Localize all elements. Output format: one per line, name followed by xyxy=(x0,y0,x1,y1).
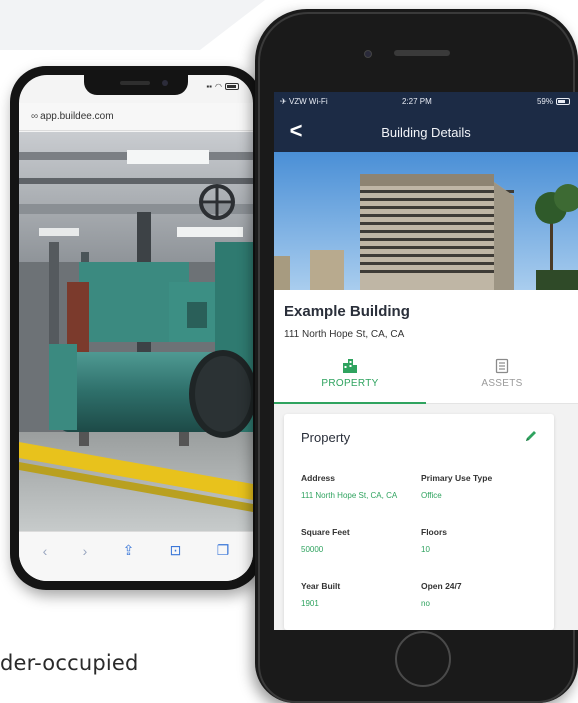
building-icon xyxy=(343,359,357,373)
status-icons: ▪▪ ◠ xyxy=(206,82,239,91)
battery-status: 59% xyxy=(537,97,570,106)
battery-icon xyxy=(556,98,570,105)
field-value-floors: 10 xyxy=(421,545,430,554)
field-label-year-built: Year Built xyxy=(301,581,341,591)
field-value-open-24-7: no xyxy=(421,599,430,608)
airplane-icon: ✈ xyxy=(280,97,287,106)
field-value-square-feet: 50000 xyxy=(301,545,324,554)
forward-chevron-icon[interactable]: › xyxy=(83,543,88,559)
nav-bar: < Building Details xyxy=(274,114,578,150)
tab-property-label: PROPERTY xyxy=(321,378,379,389)
wifi-icon: ◠ xyxy=(215,82,222,91)
field-value-year-built: 1901 xyxy=(301,599,319,608)
field-label-square-feet: Square Feet xyxy=(301,527,350,537)
status-time: 2:27 PM xyxy=(402,97,432,106)
building-info: Example Building 111 North Hope St, CA, … xyxy=(274,290,578,404)
carrier-label: ✈ VZW Wi-Fi xyxy=(280,97,328,106)
field-label-address: Address xyxy=(301,473,336,483)
field-label-open-24-7: Open 24/7 xyxy=(421,581,462,591)
carrier-text: VZW Wi-Fi xyxy=(288,97,328,106)
background-caption-text: der-occupied xyxy=(0,651,139,675)
tabs-icon[interactable]: ❐ xyxy=(217,542,230,559)
chiller-illustration xyxy=(19,132,253,532)
app-screen: ✈ VZW Wi-Fi 2:27 PM 59% < Building Detai… xyxy=(274,92,578,630)
card-title: Property xyxy=(301,430,351,445)
browser-toolbar: ‹ › ⇪ ⊡ ❐ xyxy=(19,531,253,581)
field-value-address: 111 North Hope St, CA, CA xyxy=(301,491,398,500)
field-label-floors: Floors xyxy=(421,527,447,537)
tab-property[interactable]: PROPERTY xyxy=(274,350,426,404)
back-chevron-icon[interactable]: ‹ xyxy=(43,543,48,559)
battery-percent: 59% xyxy=(536,97,553,106)
bookmarks-icon[interactable]: ⊡ xyxy=(170,542,182,559)
field-value-primary-use-type: Office xyxy=(421,491,442,500)
left-phone-screen: ▪▪ ◠ ∞ app.buildee.com ‹ › ⇪ ⊡ ❐ xyxy=(19,75,253,581)
browser-url-bar[interactable]: ∞ app.buildee.com xyxy=(19,103,253,131)
url-text: app.buildee.com xyxy=(40,111,114,122)
camera-icon xyxy=(162,80,168,86)
tab-assets-label: ASSETS xyxy=(481,378,523,389)
speaker-grille xyxy=(120,81,150,85)
document-list-icon xyxy=(495,358,509,374)
chiller-room-photo xyxy=(19,132,253,532)
right-phone: ✈ VZW Wi-Fi 2:27 PM 59% < Building Detai… xyxy=(255,9,578,703)
app-header: ✈ VZW Wi-Fi 2:27 PM 59% < Building Detai… xyxy=(274,92,578,152)
page-title: Building Details xyxy=(381,125,471,140)
battery-icon xyxy=(225,83,239,90)
front-camera-icon xyxy=(364,50,372,58)
tab-assets[interactable]: ASSETS xyxy=(426,350,578,404)
building-photo xyxy=(274,152,578,290)
share-icon[interactable]: ⇪ xyxy=(123,542,135,559)
field-label-primary-use-type: Primary Use Type xyxy=(421,473,493,483)
link-icon: ∞ xyxy=(31,111,38,122)
building-address: 111 North Hope St, CA, CA xyxy=(284,329,405,340)
left-phone: ▪▪ ◠ ∞ app.buildee.com ‹ › ⇪ ⊡ ❐ xyxy=(10,66,262,590)
status-bar: ✈ VZW Wi-Fi 2:27 PM 59% xyxy=(274,92,578,112)
property-card: Property Address 111 North Hope St, CA, … xyxy=(284,414,554,630)
building-illustration xyxy=(274,152,578,290)
earpiece-speaker xyxy=(394,50,450,56)
pencil-edit-icon[interactable] xyxy=(524,429,538,443)
building-name: Example Building xyxy=(284,303,410,320)
signal-icon: ▪▪ xyxy=(206,82,213,91)
phone-notch xyxy=(84,75,188,95)
home-button[interactable] xyxy=(395,631,451,687)
